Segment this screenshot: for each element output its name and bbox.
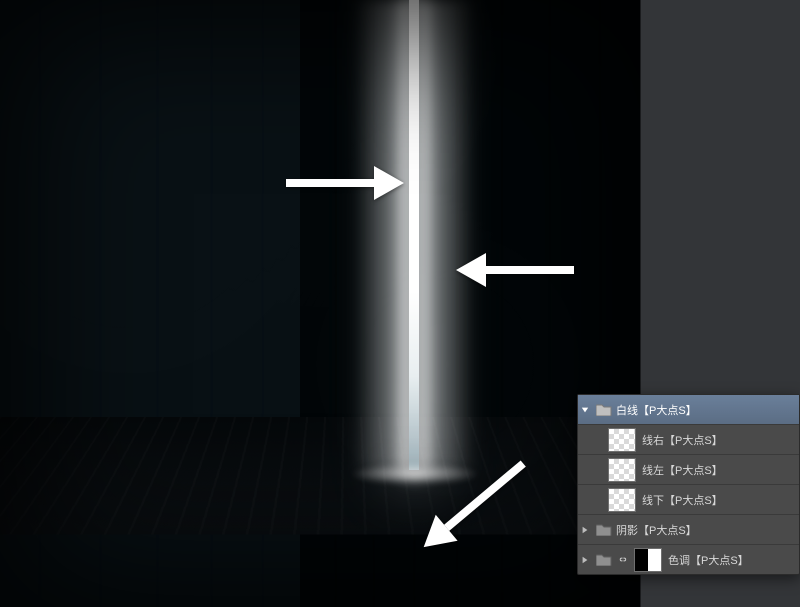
folder-icon [596, 403, 612, 417]
link-icon [616, 553, 629, 566]
layer-group-label: 阴影【P大点S】 [616, 522, 799, 538]
layer-row[interactable]: 线左【P大点S】 [578, 455, 799, 485]
layer-thumbnail [608, 488, 636, 512]
layers-panel[interactable]: 白线【P大点S】 线右【P大点S】 线左【P大点S】 线下【P大点S】 阴影【P… [577, 394, 800, 575]
layer-thumbnail [608, 428, 636, 452]
layer-label: 线右【P大点S】 [642, 432, 799, 448]
layer-group-label: 色调【P大点S】 [668, 552, 799, 568]
document-canvas[interactable] [0, 0, 640, 607]
triangle-closed-icon[interactable] [578, 556, 592, 564]
layer-row[interactable]: 线下【P大点S】 [578, 485, 799, 515]
folder-icon [596, 523, 612, 537]
vignette [0, 0, 640, 607]
arrow-right-icon [286, 166, 404, 200]
layer-label: 线下【P大点S】 [642, 492, 799, 508]
layer-group-collapsed[interactable]: 阴影【P大点S】 [578, 515, 799, 545]
app-stage: 白线【P大点S】 线右【P大点S】 线左【P大点S】 线下【P大点S】 阴影【P… [0, 0, 800, 607]
arrow-diagonal-icon [410, 445, 540, 563]
triangle-open-icon[interactable] [578, 406, 592, 414]
arrow-left-icon [456, 253, 574, 287]
layer-group-label: 白线【P大点S】 [616, 402, 799, 418]
layer-row[interactable]: 线右【P大点S】 [578, 425, 799, 455]
layer-group-open[interactable]: 白线【P大点S】 [578, 395, 799, 425]
triangle-closed-icon[interactable] [578, 526, 592, 534]
adjustment-thumbnail [634, 548, 662, 572]
layer-group-collapsed[interactable]: 色调【P大点S】 [578, 545, 799, 574]
layer-label: 线左【P大点S】 [642, 462, 799, 478]
layer-thumbnail [608, 458, 636, 482]
folder-icon [596, 553, 612, 567]
